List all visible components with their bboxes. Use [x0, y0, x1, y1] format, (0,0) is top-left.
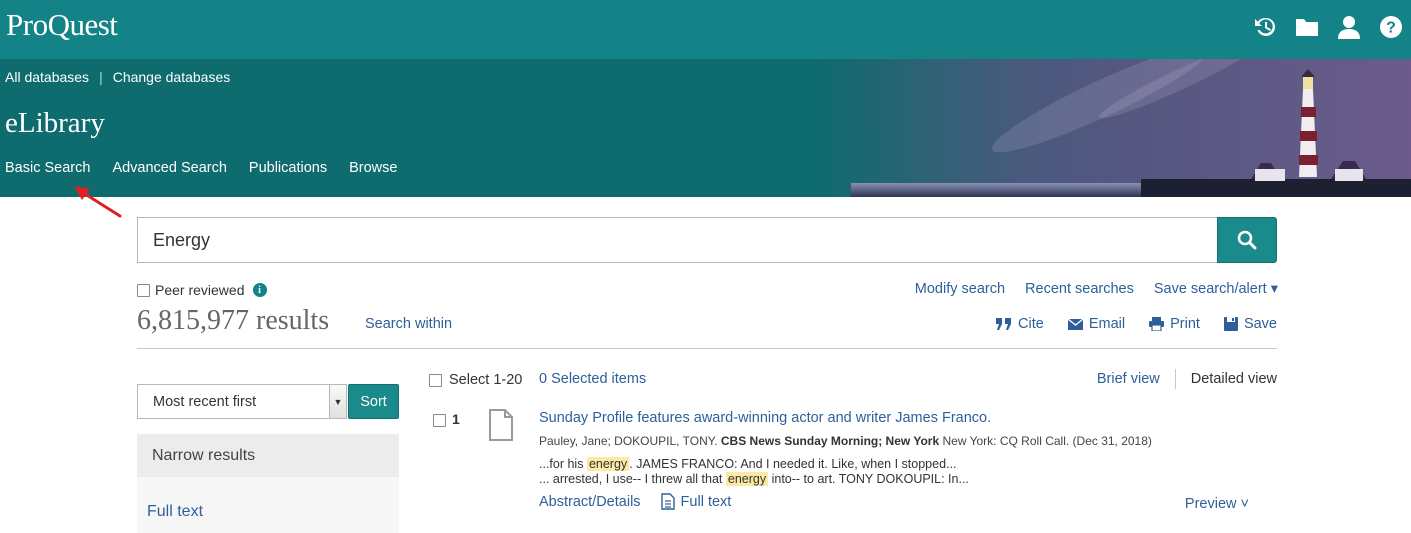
- all-databases-link[interactable]: All databases: [5, 69, 89, 85]
- view-toggle: Brief view Detailed view: [1097, 369, 1277, 389]
- preview-toggle[interactable]: Preview ˅: [1185, 496, 1249, 512]
- nav-browse[interactable]: Browse: [349, 160, 397, 176]
- search-tools: Modify search Recent searches Save searc…: [915, 281, 1278, 297]
- brief-view-link[interactable]: Brief view: [1097, 369, 1176, 389]
- save-label: Save: [1243, 316, 1277, 332]
- peer-reviewed-filter: Peer reviewed i: [137, 282, 267, 298]
- info-icon[interactable]: i: [252, 283, 267, 297]
- folder-icon[interactable]: [1295, 14, 1319, 40]
- result-actions: Cite Email Print Save: [996, 316, 1277, 332]
- peer-reviewed-label: Peer reviewed: [155, 282, 245, 298]
- cite-button[interactable]: Cite: [996, 316, 1044, 332]
- snippet-line: ...for his energy. JAMES FRANCO: And I n…: [539, 457, 969, 472]
- select-all: Select 1-20: [429, 372, 522, 388]
- snippet-text: ...for his: [539, 457, 584, 471]
- result-authors: Pauley, Jane; DOKOUPIL, TONY.: [539, 434, 718, 448]
- email-button[interactable]: Email: [1067, 316, 1126, 332]
- snippet-text: . JAMES FRANCO: And I needed it. Like, w…: [629, 457, 957, 471]
- results-count: 6,815,977 results: [137, 305, 330, 336]
- print-label: Print: [1170, 316, 1200, 332]
- results-divider: [137, 348, 1277, 349]
- nav-advanced-search[interactable]: Advanced Search: [112, 160, 226, 176]
- top-icon-group: ?: [1253, 14, 1403, 40]
- search-button[interactable]: [1217, 217, 1277, 263]
- search-within-link[interactable]: Search within: [365, 316, 452, 332]
- result-number: 1: [452, 411, 460, 427]
- detailed-view-link[interactable]: Detailed view: [1176, 371, 1277, 387]
- print-icon: [1149, 317, 1165, 331]
- selected-items-link[interactable]: 0 Selected items: [539, 371, 646, 387]
- sort-select[interactable]: Most recent first ▼: [137, 384, 347, 419]
- top-bar: ProQuest ?: [0, 0, 1411, 59]
- snippet-text: ... arrested, I use-- I threw all that: [539, 472, 723, 486]
- snippet-line: ... arrested, I use-- I threw all that e…: [539, 472, 969, 487]
- sort-button[interactable]: Sort: [348, 384, 399, 419]
- email-label: Email: [1088, 316, 1126, 332]
- product-banner: All databases | Change databases eLibrar…: [0, 59, 1411, 197]
- snippet-highlight: energy: [725, 472, 769, 486]
- product-title: eLibrary: [5, 107, 105, 139]
- full-text-document-icon: [660, 493, 675, 510]
- full-text-link[interactable]: Full text: [660, 493, 732, 510]
- search-icon: [1237, 230, 1257, 250]
- result-snippet: ...for his energy. JAMES FRANCO: And I n…: [539, 457, 969, 487]
- result-checkbox[interactable]: [433, 414, 446, 427]
- result-source: CBS News Sunday Morning; New York: [720, 434, 940, 448]
- snippet-highlight: energy: [586, 457, 630, 471]
- cite-label: Cite: [1018, 316, 1044, 332]
- link-separator: |: [99, 69, 103, 85]
- user-icon[interactable]: [1337, 14, 1361, 40]
- full-text-facet[interactable]: Full text: [137, 477, 399, 533]
- change-databases-link[interactable]: Change databases: [113, 69, 231, 85]
- narrow-results-heading: Narrow results: [137, 434, 399, 477]
- result-title-link[interactable]: Sunday Profile features award-winning ac…: [539, 410, 991, 426]
- full-text-label: Full text: [680, 493, 732, 510]
- help-icon[interactable]: ?: [1379, 14, 1403, 40]
- save-disk-icon: [1223, 317, 1238, 331]
- recent-searches-link[interactable]: Recent searches: [1025, 281, 1134, 297]
- nav-basic-search[interactable]: Basic Search: [5, 160, 90, 176]
- peer-reviewed-checkbox[interactable]: [137, 283, 150, 297]
- lighthouse-banner-image: [851, 59, 1411, 197]
- chevron-down-icon: ▼: [329, 385, 346, 418]
- document-icon: [489, 409, 513, 441]
- annotation-arrow-icon: [74, 186, 122, 218]
- email-icon: [1067, 318, 1083, 330]
- snippet-text: into-- to art. TONY DOKOUPIL: In...: [771, 472, 969, 486]
- svg-text:?: ?: [1386, 20, 1396, 37]
- save-search-alert-link[interactable]: Save search/alert ▾: [1154, 281, 1278, 297]
- quote-icon: [996, 318, 1012, 330]
- proquest-logo[interactable]: ProQuest: [6, 7, 118, 43]
- nav-publications[interactable]: Publications: [249, 160, 327, 176]
- modify-search-link[interactable]: Modify search: [915, 281, 1005, 297]
- search-nav: Basic Search Advanced Search Publication…: [5, 160, 397, 176]
- select-all-label: Select 1-20: [449, 372, 523, 388]
- result-citation: Pauley, Jane; DOKOUPIL, TONY. CBS News S…: [539, 434, 1152, 448]
- print-button[interactable]: Print: [1149, 316, 1200, 332]
- history-icon[interactable]: [1253, 14, 1277, 40]
- select-all-checkbox[interactable]: [429, 373, 442, 387]
- abstract-details-link[interactable]: Abstract/Details: [539, 493, 641, 510]
- save-button[interactable]: Save: [1223, 316, 1277, 332]
- sort-select-value: Most recent first: [153, 394, 257, 410]
- database-links: All databases | Change databases: [5, 69, 230, 85]
- search-input[interactable]: [137, 217, 1218, 263]
- result-publisher: New York: CQ Roll Call. (Dec 31, 2018): [942, 434, 1152, 448]
- result-links: Abstract/Details Full text: [539, 493, 731, 510]
